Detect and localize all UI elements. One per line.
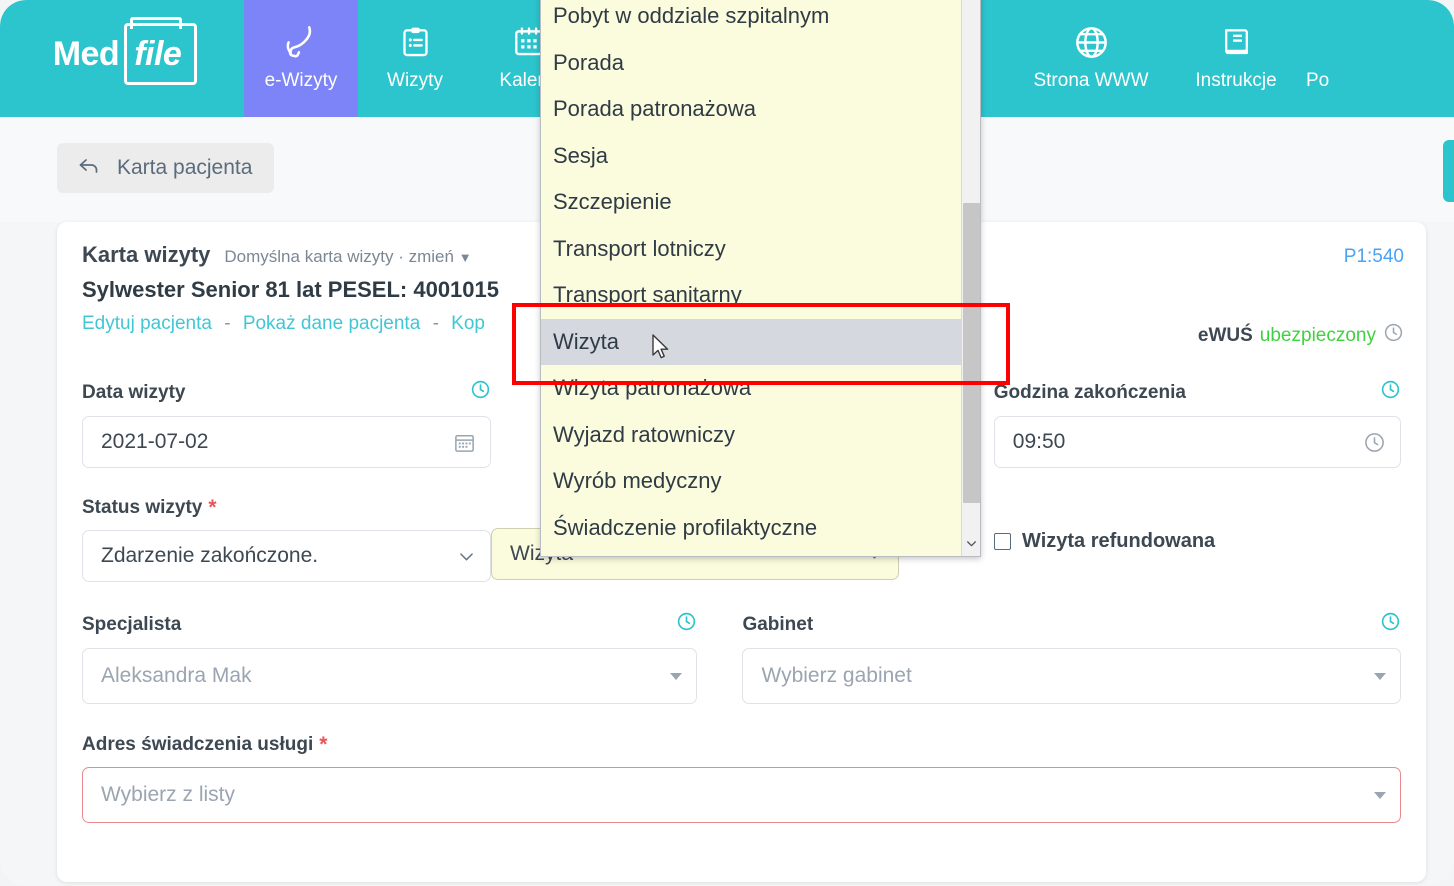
copy-link[interactable]: Kop	[451, 313, 485, 334]
page-shell: Med file e-Wizyty Wizyty Kalend Strona W…	[0, 0, 1454, 886]
chevron-down-icon: ▼	[458, 250, 472, 265]
dropdown-scrollbar[interactable]	[961, 0, 980, 556]
clock-icon[interactable]	[1380, 379, 1401, 406]
status-select-value: Zdarzenie zakończone.	[101, 544, 319, 567]
specialist-select[interactable]: Aleksandra Mak	[82, 648, 698, 704]
show-patient-data-link[interactable]: Pokaż dane pacjenta	[243, 313, 420, 334]
nav-item-label: Po	[1306, 70, 1330, 91]
end-time-value: 09:50	[1012, 430, 1066, 453]
clock-icon[interactable]	[1363, 431, 1386, 454]
clock-icon[interactable]	[676, 611, 697, 638]
p1-badge[interactable]: P1:540	[1344, 246, 1404, 268]
chevron-down-icon	[457, 547, 476, 566]
dropdown-option[interactable]: Transport sanitarny	[541, 272, 963, 319]
end-time-input[interactable]: 09:50	[993, 416, 1401, 468]
field-end-time: Godzina zakończenia 09:50	[993, 379, 1401, 468]
refunded-checkbox-row[interactable]: Wizyta refundowana	[994, 530, 1401, 553]
service-address-select[interactable]: Wybierz z listy	[82, 767, 1401, 823]
date-input-value: 2021-07-02	[101, 430, 209, 453]
dropdown-option[interactable]: Transport lotniczy	[541, 226, 963, 273]
book-icon	[1220, 21, 1253, 63]
required-asterisk: *	[208, 496, 217, 519]
nav-item-strona-www[interactable]: Strona WWW	[1016, 0, 1166, 117]
link-separator: -	[432, 313, 439, 334]
field-label-specialist: Specjalista	[82, 611, 697, 638]
service-address-placeholder: Wybierz z listy	[101, 783, 235, 806]
page-title: Karta wizyty	[82, 242, 211, 267]
ewus-value: ubezpieczony	[1259, 324, 1376, 346]
nav-item-truncated[interactable]: Po	[1306, 0, 1366, 117]
back-button-label: Karta pacjenta	[117, 156, 253, 179]
caret-down-icon	[1374, 791, 1386, 799]
clock-icon[interactable]	[470, 379, 491, 406]
field-label-status: Status wizyty *	[82, 496, 217, 519]
field-office: Gabinet Wybierz gabinet	[742, 611, 1401, 704]
refunded-checkbox[interactable]	[994, 533, 1011, 550]
brand-logo[interactable]: Med file	[0, 0, 244, 117]
nav-item-instrukcje[interactable]: Instrukcje	[1166, 0, 1306, 117]
field-label-end-time: Godzina zakończenia	[994, 379, 1401, 406]
nav-item-ewizyty[interactable]: e-Wizyty	[244, 0, 358, 117]
brand-file-badge: file	[124, 16, 198, 85]
office-select[interactable]: Wybierz gabinet	[742, 648, 1401, 704]
phone-icon	[283, 21, 319, 63]
field-label-date: Data wizyty	[82, 379, 491, 406]
ewus-status: eWUŚ ubezpieczony	[1198, 322, 1404, 349]
edit-patient-link[interactable]: Edytuj pacjenta	[82, 313, 212, 334]
nav-item-wizyty[interactable]: Wizyty	[358, 0, 472, 117]
globe-icon	[1073, 21, 1110, 63]
dropdown-option[interactable]: Wizyta patronażowa	[541, 365, 963, 412]
link-separator: -	[224, 313, 231, 334]
refunded-label: Wizyta refundowana	[1022, 530, 1216, 552]
nav-item-label: e-Wizyty	[264, 70, 338, 91]
ewus-label: eWUŚ	[1197, 324, 1253, 346]
dropdown-option[interactable]: Porada patronażowa	[541, 86, 963, 133]
right-edge-tab-button[interactable]	[1443, 140, 1454, 202]
field-specialist: Specjalista Aleksandra Mak	[82, 611, 742, 704]
field-label-office: Gabinet	[742, 611, 1401, 638]
caret-down-icon	[670, 672, 683, 680]
nav-item-label: Instrukcje	[1195, 70, 1277, 91]
clock-icon[interactable]	[1383, 322, 1404, 349]
field-refunded: Wizyta refundowana	[994, 496, 1401, 582]
dropdown-scrollbar-thumb[interactable]	[963, 203, 980, 503]
clipboard-icon	[399, 21, 432, 63]
field-status: Status wizyty * Zdarzenie zakończone.	[82, 496, 491, 582]
caret-down-icon	[1374, 672, 1386, 680]
dropdown-option-selected[interactable]: Wizyta	[541, 318, 963, 365]
form-row-3: Specjalista Aleksandra Mak Gabinet Wybie…	[82, 611, 1401, 704]
nav-item-label: Wizyty	[387, 70, 443, 91]
dropdown-option[interactable]: Świadczenie profilaktyczne	[541, 505, 963, 552]
brand-med-text: Med	[52, 35, 120, 73]
dropdown-options: Pobyt w oddziale szpitalnym Porada Porad…	[541, 0, 963, 551]
scroll-down-arrow-icon[interactable]	[962, 530, 980, 556]
field-label-service-address: Adres świadczenia usługi *	[82, 733, 328, 756]
office-placeholder: Wybierz gabinet	[761, 664, 912, 687]
required-asterisk: *	[319, 733, 328, 756]
specialist-value: Aleksandra Mak	[101, 664, 252, 687]
dropdown-option[interactable]: Sesja	[541, 133, 963, 180]
visit-type-dropdown-list[interactable]: Pobyt w oddziale szpitalnym Porada Porad…	[540, 0, 981, 557]
calendar-icon[interactable]	[453, 431, 476, 454]
dropdown-option[interactable]: Szczepienie	[541, 179, 963, 226]
dropdown-option[interactable]: Wyjazd ratowniczy	[541, 412, 963, 459]
card-template-selector[interactable]: Domyślna karta wizyty · zmień ▼	[224, 247, 471, 267]
back-to-patient-card-button[interactable]: Karta pacjenta	[57, 143, 275, 193]
field-service-address: Adres świadczenia usługi * Wybierz z lis…	[82, 733, 1401, 823]
clock-icon[interactable]	[1380, 611, 1401, 638]
dropdown-option[interactable]: Porada	[541, 40, 963, 87]
date-input[interactable]: 2021-07-02	[82, 416, 492, 468]
dropdown-option[interactable]: Pobyt w oddziale szpitalnym	[541, 0, 963, 40]
status-select[interactable]: Zdarzenie zakończone.	[82, 530, 491, 582]
nav-item-label: Strona WWW	[1033, 70, 1149, 91]
field-date: Data wizyty 2021-07-02	[82, 379, 492, 468]
dropdown-option[interactable]: Wyrób medyczny	[541, 458, 963, 505]
back-arrow-icon	[75, 154, 103, 183]
